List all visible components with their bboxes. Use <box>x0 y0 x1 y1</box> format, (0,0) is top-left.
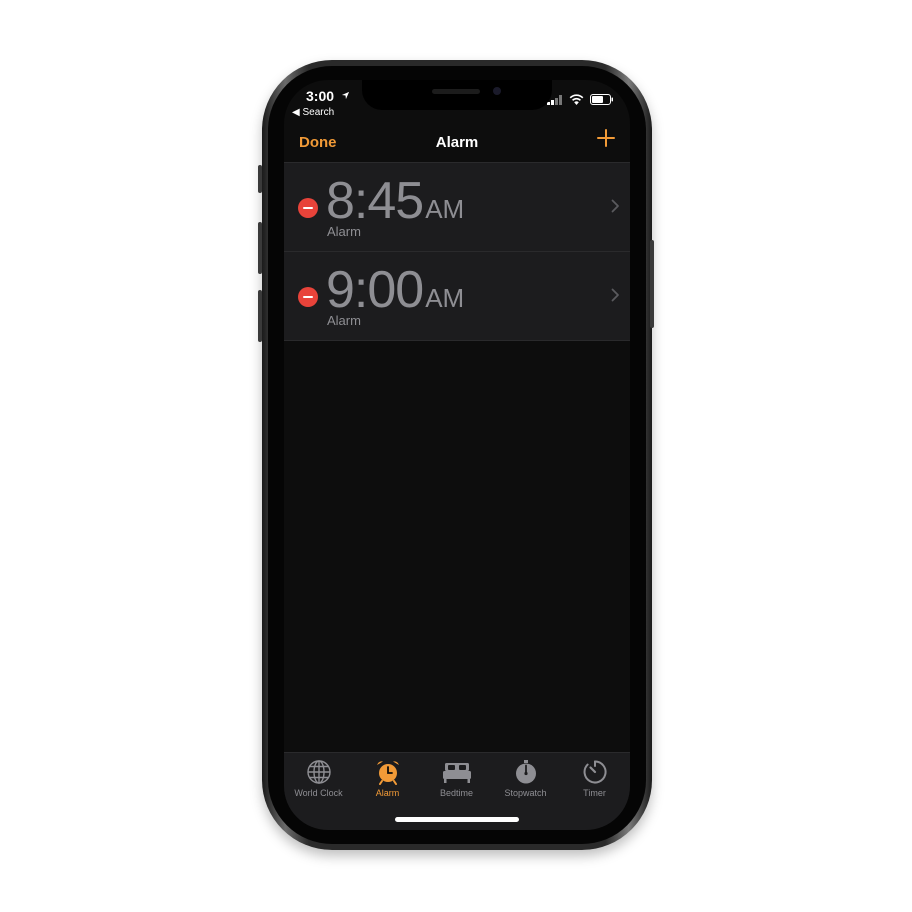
volume-down-button <box>258 290 262 342</box>
alarm-label: Alarm <box>327 313 361 328</box>
home-indicator[interactable] <box>395 817 519 822</box>
tab-label: Stopwatch <box>504 788 547 798</box>
bed-icon <box>442 763 471 783</box>
speaker <box>432 89 480 94</box>
delete-alarm-button[interactable] <box>298 198 318 218</box>
power-button <box>650 240 654 328</box>
tab-bedtime[interactable]: Bedtime <box>422 759 491 798</box>
alarm-period: AM <box>425 283 465 313</box>
stopwatch-icon <box>515 760 536 784</box>
tab-stopwatch[interactable]: Stopwatch <box>491 759 560 798</box>
tab-alarm[interactable]: Alarm <box>353 759 422 798</box>
notch <box>362 80 552 110</box>
add-alarm-button[interactable] <box>596 128 616 148</box>
tab-world-clock[interactable]: World Clock <box>284 759 353 798</box>
chevron-right-icon[interactable] <box>611 288 620 302</box>
status-indicators <box>547 94 614 105</box>
tab-label: Bedtime <box>439 788 474 798</box>
alarm-label: Alarm <box>327 224 361 239</box>
timer-icon <box>583 760 607 784</box>
location-arrow-icon <box>341 91 350 100</box>
page-title: Alarm <box>435 134 479 151</box>
tab-label: World Clock <box>294 788 343 798</box>
status-time: 3:00 <box>306 88 335 104</box>
screen: 3:00 ◀ Search Done Alarm 8:45AM Alarm 9:… <box>284 80 630 830</box>
tab-timer[interactable]: Timer <box>560 759 629 798</box>
alarm-time-display: 9:00AM <box>326 260 464 320</box>
alarm-row[interactable]: 8:45AM Alarm <box>284 162 630 251</box>
globe-icon <box>306 760 331 784</box>
delete-alarm-button[interactable] <box>298 287 318 307</box>
mute-switch <box>258 165 262 193</box>
alarm-time: 9:00 <box>326 261 424 319</box>
alarm-clock-icon <box>376 761 399 785</box>
alarm-period: AM <box>425 194 465 224</box>
alarm-time: 8:45 <box>326 172 424 230</box>
tab-label: Timer <box>583 788 606 798</box>
battery-icon <box>590 94 613 105</box>
back-to-search-link[interactable]: ◀ Search <box>292 107 334 118</box>
tab-label: Alarm <box>375 788 400 798</box>
front-camera <box>493 87 501 95</box>
alarm-row[interactable]: 9:00AM Alarm <box>284 251 630 341</box>
wifi-icon <box>569 94 584 105</box>
chevron-right-icon[interactable] <box>611 199 620 213</box>
alarm-time-display: 8:45AM <box>326 171 464 231</box>
alarm-list: 8:45AM Alarm 9:00AM Alarm <box>284 162 630 341</box>
volume-up-button <box>258 222 262 274</box>
